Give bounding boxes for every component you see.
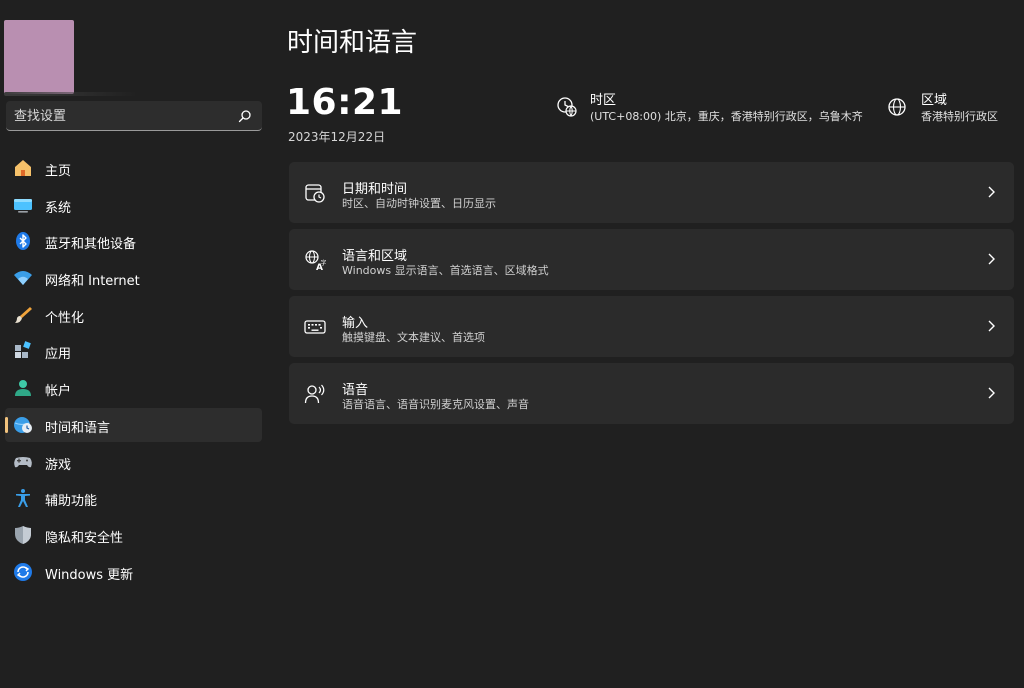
- language-icon: A 字: [305, 250, 327, 271]
- sidebar-item-privacy[interactable]: 隐私和安全性: [5, 518, 262, 552]
- sidebar-item-accessibility[interactable]: 辅助功能: [5, 481, 262, 515]
- region-info: 区域 香港特别行政区: [887, 92, 998, 125]
- globe-clock-icon: [14, 416, 32, 433]
- timezone-label: 时区: [590, 93, 617, 108]
- settings-cards: 日期和时间 时区、自动时钟设置、日历显示 A 字 语言和区域 Windows 显…: [289, 162, 1014, 430]
- keyboard-icon: [304, 320, 326, 334]
- current-time: 16:21: [286, 82, 404, 123]
- card-date-time[interactable]: 日期和时间 时区、自动时钟设置、日历显示: [289, 162, 1014, 223]
- shield-icon: [15, 525, 31, 544]
- chevron-right-icon: [988, 253, 995, 265]
- user-name-redacted: [4, 92, 138, 96]
- brush-icon: [15, 306, 32, 323]
- sidebar-item-label: 蓝牙和其他设备: [45, 237, 137, 253]
- card-subtitle: 时区、自动时钟设置、日历显示: [342, 197, 496, 210]
- sidebar-item-label: 个性化: [45, 310, 85, 326]
- system-monitor-icon: [14, 198, 32, 213]
- sidebar-item-label: 隐私和安全性: [45, 530, 124, 546]
- card-language-region[interactable]: A 字 语言和区域 Windows 显示语言、首选语言、区域格式: [289, 229, 1014, 290]
- sidebar-item-network[interactable]: 网络和 Internet: [5, 261, 262, 295]
- update-icon: [14, 562, 32, 581]
- search-icon[interactable]: [238, 109, 252, 123]
- bluetooth-icon: [16, 232, 30, 251]
- sidebar-item-bluetooth[interactable]: 蓝牙和其他设备: [5, 224, 262, 258]
- sidebar-item-windows-update[interactable]: Windows 更新: [5, 555, 262, 589]
- sidebar-item-label: 应用: [45, 347, 72, 363]
- timezone-icon: [557, 97, 577, 117]
- chevron-right-icon: [988, 320, 995, 332]
- chevron-right-icon: [988, 387, 995, 399]
- sidebar-item-gaming[interactable]: 游戏: [5, 445, 262, 479]
- sidebar-item-home[interactable]: 主页: [5, 151, 262, 185]
- home-icon: [15, 160, 31, 176]
- gamepad-icon: [14, 456, 32, 467]
- chevron-right-icon: [988, 186, 995, 198]
- current-date: 2023年12月22日: [288, 130, 386, 144]
- account-icon: [15, 380, 31, 397]
- card-subtitle: 触摸键盘、文本建议、首选项: [342, 331, 485, 344]
- region-value: 香港特别行政区: [921, 110, 998, 123]
- timezone-value: (UTC+08:00) 北京，重庆，香港特别行政区，乌鲁木齐: [590, 110, 863, 123]
- accessibility-icon: [16, 489, 30, 508]
- sidebar-item-system[interactable]: 系统: [5, 188, 262, 222]
- sidebar-item-label: 时间和语言: [45, 420, 111, 436]
- sidebar-item-label: 游戏: [45, 457, 72, 473]
- card-input[interactable]: 输入 触摸键盘、文本建议、首选项: [289, 296, 1014, 357]
- sidebar-item-personalization[interactable]: 个性化: [5, 298, 262, 332]
- search-box[interactable]: [6, 101, 262, 131]
- calendar-clock-icon: [305, 184, 325, 203]
- sidebar-item-time-language[interactable]: 时间和语言: [5, 407, 262, 442]
- speech-icon: [304, 384, 325, 404]
- sidebar-item-label: 网络和 Internet: [45, 274, 140, 290]
- sidebar-nav: 主页 系统 蓝牙和其他设备 网络和 Internet 个性化 应用 帐户 时间和…: [5, 151, 262, 591]
- page-title: 时间和语言: [287, 28, 418, 58]
- card-subtitle: Windows 显示语言、首选语言、区域格式: [342, 264, 549, 277]
- settings-window: 主页 系统 蓝牙和其他设备: [0, 0, 1024, 688]
- sidebar-item-apps[interactable]: 应用: [5, 334, 262, 368]
- globe-icon: [888, 98, 906, 116]
- apps-icon: [15, 341, 31, 359]
- sidebar-item-label: 辅助功能: [45, 494, 98, 510]
- sidebar-item-accounts[interactable]: 帐户: [5, 371, 262, 405]
- sidebar-item-label: 帐户: [45, 384, 72, 400]
- svg-text:字: 字: [321, 259, 327, 267]
- card-subtitle: 语音语言、语音识别麦克风设置、声音: [342, 398, 529, 411]
- sidebar: 主页 系统 蓝牙和其他设备: [0, 0, 272, 688]
- sidebar-item-label: Windows 更新: [45, 567, 134, 583]
- wifi-icon: [14, 271, 32, 286]
- card-speech[interactable]: 语音 语音语言、语音识别麦克风设置、声音: [289, 363, 1014, 424]
- sidebar-item-label: 系统: [45, 200, 72, 216]
- sidebar-item-label: 主页: [45, 164, 72, 179]
- avatar[interactable]: [4, 20, 74, 94]
- search-input[interactable]: [14, 105, 234, 127]
- timezone-info: 时区 (UTC+08:00) 北京，重庆，香港特别行政区，乌鲁木齐: [556, 92, 863, 125]
- region-label: 区域: [921, 93, 948, 108]
